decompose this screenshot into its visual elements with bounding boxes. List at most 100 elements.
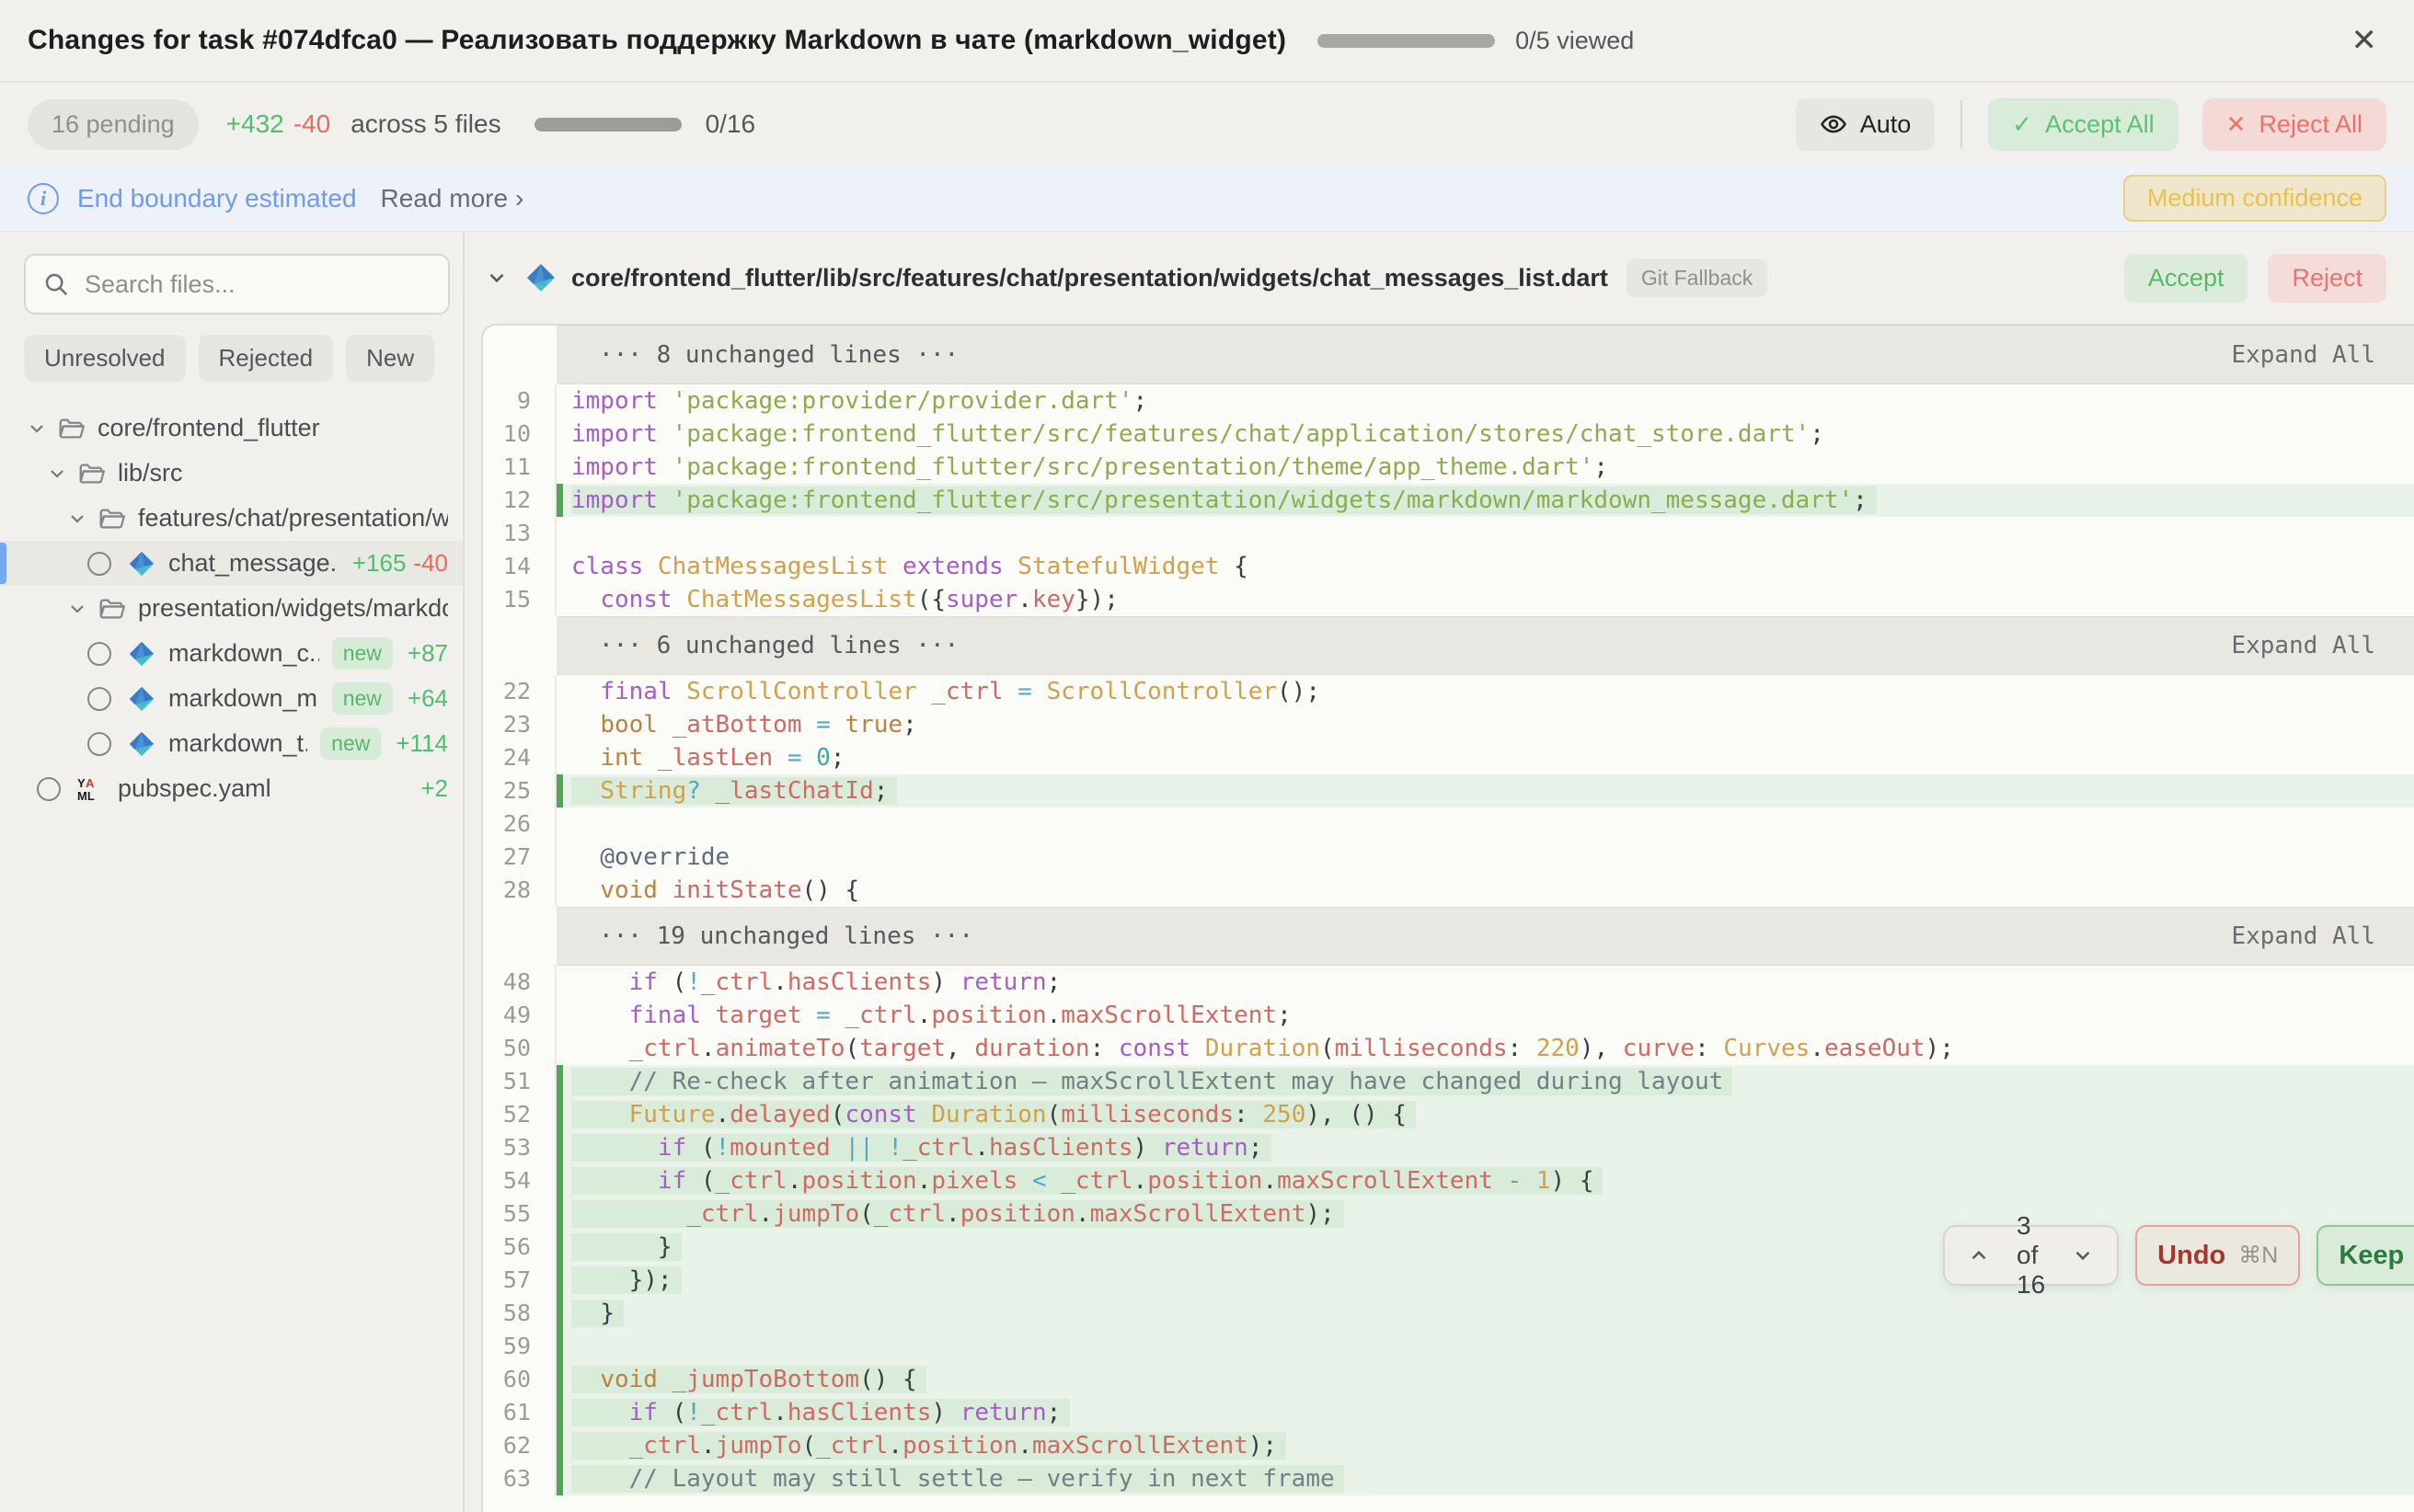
line-number: 62 bbox=[483, 1429, 557, 1462]
line-number: 13 bbox=[483, 517, 557, 550]
search-input[interactable] bbox=[85, 270, 431, 299]
accept-file-button[interactable]: Accept bbox=[2124, 254, 2248, 303]
line-number: 15 bbox=[483, 583, 557, 616]
line-number: 54 bbox=[483, 1164, 557, 1197]
code-line-51: 51 // Re-check after animation — maxScro… bbox=[483, 1065, 2414, 1098]
chevron-right-icon: › bbox=[515, 184, 523, 213]
close-button[interactable]: ✕ bbox=[2342, 19, 2387, 62]
line-number: 51 bbox=[483, 1065, 557, 1098]
tree-file-chat-message[interactable]: chat_message...+165-40 bbox=[0, 541, 463, 586]
tree-file-markdown-m[interactable]: markdown_m...new+64 bbox=[0, 676, 463, 721]
code-content: // Layout may still settle — verify in n… bbox=[557, 1462, 2414, 1495]
pending-badge: 16 pending bbox=[28, 99, 199, 150]
code-line-50: 50 _ctrl.animateTo(target, duration: con… bbox=[483, 1032, 2414, 1065]
line-number: 57 bbox=[483, 1264, 557, 1297]
code-content: import 'package:frontend_flutter/src/pre… bbox=[557, 484, 2414, 517]
tree-item-label: markdown_t... bbox=[168, 729, 307, 758]
diff-code-card: ··· 8 unchanged lines ···Expand All9impo… bbox=[481, 324, 2414, 1512]
line-number: 25 bbox=[483, 774, 557, 808]
keep-button[interactable]: Keep ⌘Y bbox=[2316, 1225, 2414, 1286]
unchanged-lines-label: ··· 19 unchanged lines ··· bbox=[599, 922, 973, 950]
reject-file-button[interactable]: Reject bbox=[2268, 254, 2386, 303]
code-line-9: 9import 'package:provider/provider.dart'… bbox=[483, 384, 2414, 418]
code-content: import 'package:frontend_flutter/src/fea… bbox=[557, 418, 2414, 451]
chevron-down-icon bbox=[66, 508, 88, 530]
reject-all-button[interactable]: ✕ Reject All bbox=[2202, 98, 2386, 151]
auto-label: Auto bbox=[1860, 110, 1912, 139]
line-number: 27 bbox=[483, 841, 557, 874]
review-nav: 3 of 16 Undo ⌘N Keep ⌘Y bbox=[1943, 1225, 2414, 1286]
file-sidebar: Unresolved Rejected New core/frontend_flut… bbox=[0, 232, 465, 1512]
code-content: _ctrl.jumpTo(_ctrl.position.maxScrollExt… bbox=[557, 1429, 2414, 1462]
tree-item-label: lib/src bbox=[118, 459, 183, 487]
code-content: if (_ctrl.position.pixels < _ctrl.positi… bbox=[557, 1164, 2414, 1197]
cross-icon: ✕ bbox=[2226, 110, 2247, 139]
line-number: 48 bbox=[483, 966, 557, 999]
diff-main: core/frontend_flutter/lib/src/features/c… bbox=[465, 232, 2414, 1512]
line-number: 24 bbox=[483, 741, 557, 774]
prev-change-button[interactable] bbox=[1967, 1243, 1991, 1267]
git-fallback-badge: Git Fallback bbox=[1627, 259, 1767, 297]
tree-folder-features-chat-presentation-wi[interactable]: features/chat/presentation/wi... bbox=[0, 496, 463, 541]
code-line-24: 24 int _lastLen = 0; bbox=[483, 741, 2414, 774]
filter-chip-new[interactable]: New bbox=[346, 335, 434, 382]
code-content: if (!_ctrl.hasClients) return; bbox=[557, 966, 2414, 999]
search-icon bbox=[42, 270, 70, 298]
file-path: core/frontend_flutter/lib/src/features/c… bbox=[571, 264, 1608, 292]
file-header: core/frontend_flutter/lib/src/features/c… bbox=[465, 232, 2414, 324]
search-box bbox=[24, 254, 450, 315]
code-line-14: 14class ChatMessagesList extends Statefu… bbox=[483, 550, 2414, 583]
next-change-button[interactable] bbox=[2071, 1243, 2095, 1267]
line-number: 23 bbox=[483, 708, 557, 741]
read-more-link[interactable]: Read more › bbox=[381, 184, 524, 213]
svg-text:Y: Y bbox=[77, 776, 86, 790]
unviewed-indicator-icon bbox=[87, 552, 111, 576]
dart-file-icon bbox=[525, 262, 557, 293]
undo-button[interactable]: Undo ⌘N bbox=[2135, 1225, 2300, 1286]
file-tree: core/frontend_flutter lib/src features/cha… bbox=[0, 406, 463, 1512]
undo-label: Undo bbox=[2157, 1241, 2225, 1271]
line-number: 14 bbox=[483, 550, 557, 583]
code-content bbox=[557, 517, 2414, 550]
tree-folder-lib-src[interactable]: lib/src bbox=[0, 451, 463, 496]
code-content: import 'package:frontend_flutter/src/pre… bbox=[557, 451, 2414, 484]
dialog-header: Changes for task #074dfca0 — Реализовать… bbox=[0, 0, 2414, 83]
code-content: const ChatMessagesList({super.key}); bbox=[557, 583, 2414, 616]
auto-toggle-button[interactable]: Auto bbox=[1796, 98, 1936, 151]
tree-item-label: core/frontend_flutter bbox=[98, 414, 320, 442]
tree-item-label: pubspec.yaml bbox=[118, 774, 271, 803]
accept-all-button[interactable]: ✓ Accept All bbox=[1988, 98, 2178, 151]
review-progress-bar bbox=[535, 118, 682, 132]
code-line-23: 23 bool _atBottom = true; bbox=[483, 708, 2414, 741]
code-content bbox=[557, 1330, 2414, 1363]
code-line-11: 11import 'package:frontend_flutter/src/p… bbox=[483, 451, 2414, 484]
code-line-48: 48 if (!_ctrl.hasClients) return; bbox=[483, 966, 2414, 999]
tree-folder-core-frontend-flutter[interactable]: core/frontend_flutter bbox=[0, 406, 463, 451]
boundary-notice-bar: i End boundary estimated Read more › Med… bbox=[0, 166, 2414, 232]
tree-item-label: presentation/widgets/markdo... bbox=[138, 594, 448, 623]
tree-item-label: features/chat/presentation/wi... bbox=[138, 504, 448, 533]
filter-chip-unresolved[interactable]: Unresolved bbox=[24, 335, 186, 382]
yaml-file-icon: YAML bbox=[75, 774, 105, 804]
line-number: 22 bbox=[483, 675, 557, 708]
tree-file-markdown-t[interactable]: markdown_t...new+114 bbox=[0, 721, 463, 766]
collapse-chevron-icon[interactable] bbox=[485, 266, 509, 290]
line-number: 49 bbox=[483, 999, 557, 1032]
svg-text:ML: ML bbox=[77, 789, 95, 803]
unviewed-indicator-icon bbox=[37, 777, 61, 801]
tree-folder-presentation-widgets-markdo[interactable]: presentation/widgets/markdo... bbox=[0, 586, 463, 631]
folder-icon bbox=[57, 415, 85, 442]
expand-all-button[interactable]: Expand All bbox=[2231, 341, 2375, 369]
expand-all-button[interactable]: Expand All bbox=[2231, 632, 2375, 659]
unchanged-section-bar: ··· 8 unchanged lines ···Expand All bbox=[557, 326, 2414, 384]
code-line-25: 25 String? _lastChatId; bbox=[483, 774, 2414, 808]
viewed-progress-bar bbox=[1317, 34, 1495, 48]
filter-chip-rejected[interactable]: Rejected bbox=[199, 335, 334, 382]
svg-text:A: A bbox=[86, 776, 95, 790]
tree-file-markdown-c[interactable]: markdown_c...new+87 bbox=[0, 631, 463, 676]
tree-file-pubspec-yaml[interactable]: YAMLpubspec.yaml+2 bbox=[0, 766, 463, 811]
code-content: if (!_ctrl.hasClients) return; bbox=[557, 1396, 2414, 1429]
expand-all-button[interactable]: Expand All bbox=[2231, 922, 2375, 950]
code-line-61: 61 if (!_ctrl.hasClients) return; bbox=[483, 1396, 2414, 1429]
code-content: import 'package:provider/provider.dart'; bbox=[557, 384, 2414, 418]
